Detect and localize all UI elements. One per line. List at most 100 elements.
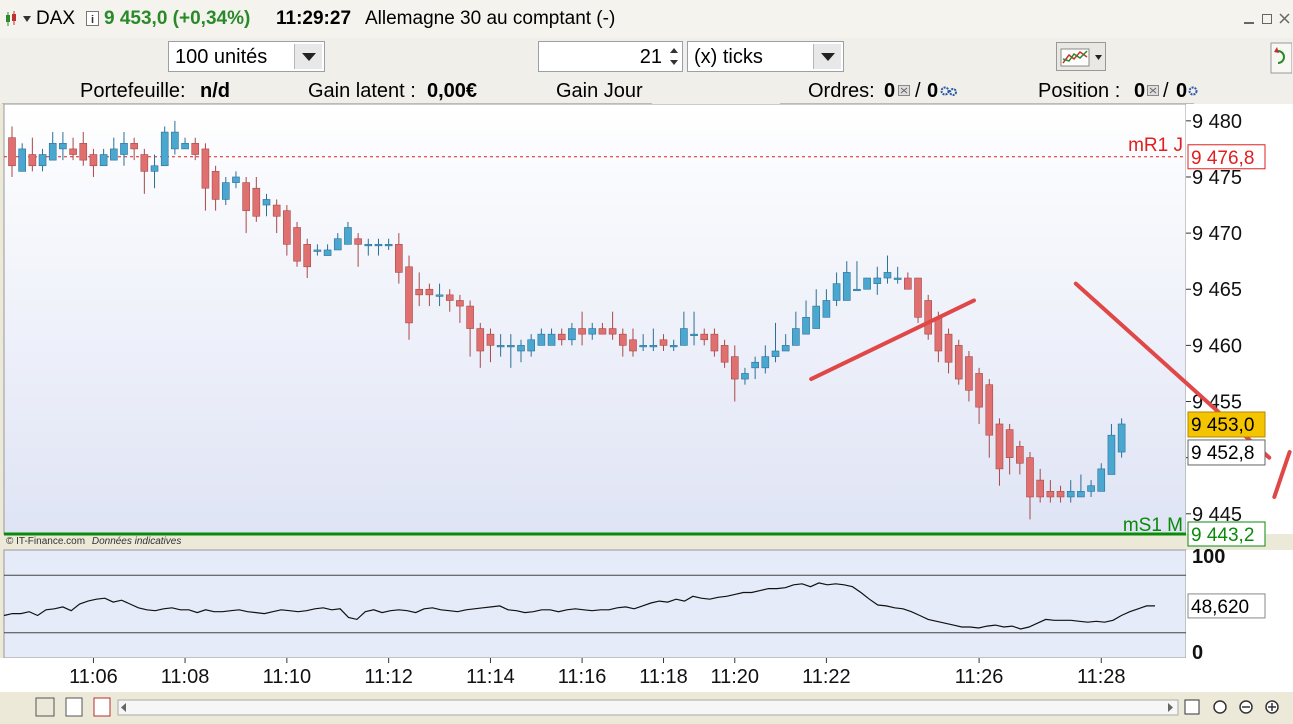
spin-arrows-icon[interactable]: [667, 43, 681, 70]
candle-body: [364, 244, 373, 247]
candle-body: [781, 345, 790, 352]
gain-latent-label: Gain latent :: [308, 80, 416, 102]
chevron-down-icon[interactable]: [22, 14, 32, 24]
zoom-fit-icon[interactable]: [1184, 699, 1200, 715]
candle-body: [262, 199, 271, 206]
svg-text:© IT-Finance.com Données: © IT-Finance.com Données indicatives: [6, 536, 181, 547]
candle-body: [904, 277, 912, 290]
candle-body: [445, 294, 454, 301]
candle-body: [527, 339, 535, 352]
close-icon[interactable]: [1279, 13, 1290, 24]
price-axis-label: 9 475: [1192, 167, 1242, 189]
candle-body: [944, 333, 953, 363]
oscillator-value: 48,620: [1191, 597, 1249, 618]
portfolio-info-bar: Portefeuille: n/d Gain latent : 0,00€ Ga…: [0, 76, 1293, 104]
orders-count-b: 0: [927, 80, 939, 102]
candle-body: [1005, 429, 1014, 458]
position-close-icon[interactable]: [1147, 85, 1159, 96]
candle-body: [954, 345, 963, 380]
info-icon[interactable]: i: [86, 11, 99, 26]
candle-body: [669, 345, 678, 348]
last-price-value: 9 453,0: [1191, 415, 1254, 436]
gear-icon[interactable]: [1187, 85, 1199, 97]
gain-latent-value: 0,00€: [427, 80, 478, 102]
candle-body: [140, 154, 149, 172]
candle-body: [456, 300, 464, 307]
ticks-stepper[interactable]: 21: [538, 41, 683, 72]
candle-body: [659, 339, 668, 346]
gain-jour-label[interactable]: Gain Jour: [556, 80, 643, 103]
symbol-label: DAX: [36, 8, 76, 29]
oscillator-axis-label: 100: [1192, 546, 1225, 568]
maximize-icon[interactable]: [1262, 14, 1272, 24]
price-axis-label: 9 470: [1192, 223, 1242, 245]
data-disclaimer: Données indicatives: [92, 536, 182, 547]
portfolio-value: n/d: [200, 80, 230, 102]
candle-body: [1087, 485, 1095, 492]
candle-body: [557, 333, 566, 341]
candle-body: [802, 317, 810, 335]
candle-body: [99, 154, 108, 167]
candle-body: [547, 333, 556, 346]
refresh-icon[interactable]: [1270, 42, 1292, 74]
quantity-select[interactable]: 100 unités: [168, 41, 325, 72]
candle-body: [537, 333, 546, 346]
export-icon[interactable]: [93, 697, 111, 717]
candle-body: [171, 131, 179, 150]
candle-body: [110, 148, 118, 161]
candle-body: [1077, 491, 1085, 498]
time-scrollbar[interactable]: [117, 699, 1179, 716]
candle-body: [1097, 468, 1106, 492]
candle-body: [130, 142, 138, 150]
candle-body: [822, 300, 831, 318]
candle-body: [313, 249, 322, 252]
candle-body: [384, 244, 393, 247]
candle-body: [1117, 423, 1126, 453]
candle-body: [873, 277, 882, 284]
candle-body: [710, 333, 719, 352]
chevron-down-icon[interactable]: [294, 44, 322, 69]
chart-type-button[interactable]: [1056, 42, 1106, 71]
oscillator-plot-background: [3, 549, 1187, 659]
candle-body: [893, 277, 902, 280]
candle-body: [283, 210, 291, 245]
candle-body: [89, 154, 98, 167]
ticks-unit-select[interactable]: (x) ticks: [687, 41, 844, 72]
time-axis-label: 11:08: [161, 666, 210, 688]
chevron-down-icon[interactable]: [1095, 53, 1103, 61]
svg-text:i: i: [91, 14, 94, 26]
candle-body: [985, 384, 994, 436]
candle-body: [690, 333, 698, 336]
gear-icon[interactable]: [940, 85, 958, 97]
position-count-b: 0: [1176, 80, 1188, 102]
chevron-down-icon[interactable]: [813, 44, 841, 69]
candle-body: [1036, 479, 1044, 498]
candle-body: [761, 356, 770, 369]
print-icon[interactable]: [65, 697, 83, 717]
time-axis-label: 11:06: [69, 666, 118, 688]
title-bar: DAX i 9 453,0 (+0,34%) 11:29:27 Allemagn…: [0, 0, 1293, 39]
minimize-icon[interactable]: [1244, 22, 1254, 24]
candle-body: [374, 244, 383, 247]
level-value: 9 443,2: [1191, 525, 1254, 546]
candle-body: [303, 244, 312, 268]
candle-body: [568, 328, 576, 341]
zoom-area-icon[interactable]: [1213, 700, 1227, 714]
candle-body: [191, 142, 200, 155]
price-axis-label: 9 465: [1192, 279, 1242, 301]
time-axis-label: 11:12: [364, 666, 413, 688]
candle-body: [150, 165, 159, 172]
candlestick-icon[interactable]: [4, 10, 18, 28]
price-chart[interactable]: 9 4459 4509 4559 4609 4659 4709 4759 480…: [0, 104, 1293, 724]
candle-body: [120, 142, 128, 155]
candle-body: [680, 328, 688, 346]
pending-orders-icon[interactable]: [898, 85, 910, 96]
bottom-toolbar: [35, 697, 1279, 717]
level-name: mS1 M: [1123, 515, 1183, 536]
candle-body: [1046, 491, 1055, 498]
candle-body: [924, 300, 933, 335]
oscillator-axis-label: 0: [1192, 642, 1203, 664]
time-axis-label: 11:20: [710, 666, 759, 688]
chart-area: 9 4459 4509 4559 4609 4659 4709 4759 480…: [0, 104, 1293, 724]
candle-body: [405, 266, 413, 324]
